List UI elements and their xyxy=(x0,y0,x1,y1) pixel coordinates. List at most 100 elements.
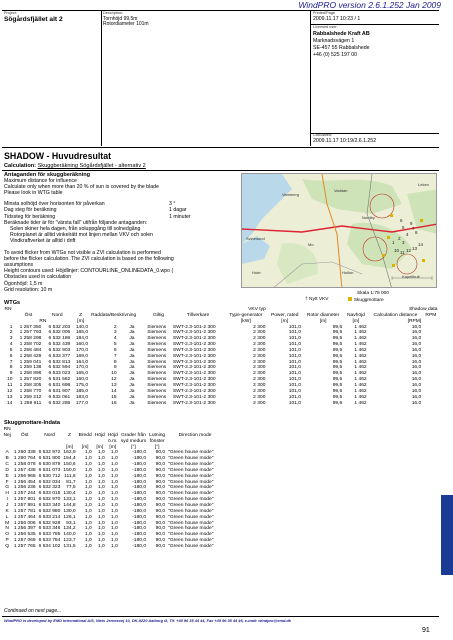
licensed-cell: Licensed user: Rabbalshede Kraft AB Mark… xyxy=(313,25,438,59)
calculated-value: 2009.11.17 10:19/2.6.1.252 xyxy=(313,137,377,144)
table-cell: 126,1 xyxy=(63,514,76,520)
table-cell: 99,5 xyxy=(332,400,343,406)
table-cell: "Green house mode" xyxy=(168,543,214,549)
printed-cell: Printed/Page 2009.11.17 10:23 / 1 xyxy=(313,11,438,22)
map-graphic: 1 2 3 4 5 6 7 8 9 10 11 12 13 14 Vammerg… xyxy=(242,174,436,287)
column-header: ö.m. xyxy=(108,438,118,444)
table-cell: 6 533 214 xyxy=(38,514,61,520)
page-title: SHADOW - Huvudresultat xyxy=(4,151,112,161)
licensed-line: +46 (0) 525 197 00 xyxy=(313,52,357,59)
table-cell: "Green house mode" xyxy=(168,467,214,473)
column-header: Type-generator xyxy=(229,312,263,318)
table-cell: "Green house mode" xyxy=(168,508,214,514)
table-cell: 1 259 611 xyxy=(19,400,42,406)
table-cell: 1,0 xyxy=(84,543,92,549)
table-cell: 6 534 102 xyxy=(38,543,61,549)
project-cell: Project: Sögårdsfjället alt 2 xyxy=(4,11,100,22)
column-header: Höjd xyxy=(94,432,105,438)
table-cell: 16,0 xyxy=(411,400,422,406)
column-header: Power, rated xyxy=(270,312,299,318)
column-header: Nej xyxy=(3,432,11,438)
table-cell: Q xyxy=(5,543,10,549)
table-cell: 1 257 891 xyxy=(13,502,36,508)
project-name: Sögårdsfjället alt 2 xyxy=(4,15,63,23)
footer-text: WindPRO is developed by EMD Internationa… xyxy=(4,618,291,623)
table-cell: 6 532 286 xyxy=(48,400,71,406)
calculated-cell: Calculated: 2009.11.17 10:19/2.6.1.252 xyxy=(313,133,438,144)
table-cell: Siemens xyxy=(147,400,167,406)
receptor-table: RN Nej Öst Nord Z Bredd Höjd Höjd Grader… xyxy=(2,427,215,550)
table-cell: 144,8 xyxy=(63,502,76,508)
divider xyxy=(101,11,102,146)
table-cell: Ja xyxy=(129,400,135,406)
legend-wtg-label: Nytt VKV xyxy=(309,297,329,302)
page-edge-sidebar xyxy=(441,0,453,640)
site-map: 1 2 3 4 5 6 7 8 9 10 11 12 13 14 Vammerg… xyxy=(241,173,437,288)
table-cell: 1 257 464 xyxy=(13,514,36,520)
column-header: fönster xyxy=(149,438,165,444)
turbine-label: 13 xyxy=(412,246,418,251)
licensed-line: Marknadsvägen 1 xyxy=(313,37,355,44)
table-cell: "Green house mode" xyxy=(168,538,214,544)
table-cell: 1 257 765 xyxy=(13,543,36,549)
table-cell: 123,7 xyxy=(63,538,76,544)
continued-note: Continued on next page... xyxy=(4,608,62,614)
description-cell: Description: Tornhöjd 99,5m Rotordiamete… xyxy=(103,11,303,28)
table-cell: 150,0 xyxy=(63,467,76,473)
description-line: Rotordiameter 101m xyxy=(103,21,149,28)
map-place-label: Nordby xyxy=(362,215,375,220)
map-legend: Skala 1:75 000 † Nytt VKV Skuggmottare xyxy=(305,291,389,304)
legend-receptor-label: Skuggmottare xyxy=(353,298,384,303)
table-cell: "Green house mode" xyxy=(168,502,214,508)
table-cell: 1 256 968 xyxy=(13,473,36,479)
app-title: WindPRO version 2.6.1.252 Jan 2009 xyxy=(298,0,441,10)
table-cell: 130,0 xyxy=(63,508,76,514)
assumptions-section: Antaganden för skuggberäkning Maximum di… xyxy=(4,172,239,293)
map-place-label: Hollun xyxy=(342,270,353,275)
wtg-table: RN VKV typ Shadow data Öst Nord Z Raddat… xyxy=(2,307,439,406)
map-place-label: Mo xyxy=(308,242,314,247)
table-cell: 14 xyxy=(7,400,13,406)
map-place-label: Hutrr xyxy=(252,270,262,275)
table-row: 14 1 259 611 6 532 286 177,0 16 Ja Siemens SWT-… xyxy=(2,401,439,407)
map-place-label: Svinesund xyxy=(246,236,265,241)
divider xyxy=(310,11,311,146)
table-cell: -180,0 xyxy=(132,543,147,549)
table-cell: 1 462 xyxy=(354,400,367,406)
calculation-line: Calculation: Skuggberäkning Sögårdsfjäll… xyxy=(4,163,146,169)
divider xyxy=(2,616,439,617)
map-place-label: Kapellhult xyxy=(402,274,420,279)
calculation-value: Skuggberäkning Sögårdsfjället - alternat… xyxy=(37,163,146,169)
table-cell: 177,0 xyxy=(75,400,89,406)
param-value: 1 minuter xyxy=(169,213,191,220)
licensed-line: SE-457 55 Rabbalshede xyxy=(313,45,370,51)
calculation-label: Calculation: xyxy=(4,163,37,169)
page-number: 91 xyxy=(422,627,430,634)
map-place-label: Vammerg xyxy=(282,192,299,197)
table-cell: 6 531 073 xyxy=(38,467,61,473)
legend-receptor: Skuggmottare xyxy=(348,297,384,304)
table-cell: 1 257 069 xyxy=(13,538,36,544)
table-cell: 1,0 xyxy=(111,543,118,549)
column-header: syd medurs xyxy=(120,438,147,444)
map-place-label: Vaddan xyxy=(334,188,348,193)
table-cell: 16 xyxy=(111,400,117,406)
table-cell: 6 533 784 xyxy=(38,538,61,544)
table-cell: 111,8 xyxy=(64,473,76,479)
table-cell: 2 300 xyxy=(253,400,266,406)
turbine-label: 10 xyxy=(394,248,400,253)
turbine-label: 14 xyxy=(418,242,424,247)
divider xyxy=(2,147,439,148)
table-cell: 6 533 340 xyxy=(38,502,61,508)
table-row: Q1 257 765 6 534 102 131,5 1,0 1,0 1,0 -180,0 9… xyxy=(2,544,215,550)
table-cell: 101,0 xyxy=(288,400,301,406)
printed-value: 2009.11.17 10:23 / 1 xyxy=(313,15,361,22)
wind-turbine-icon: † xyxy=(305,297,308,302)
divider xyxy=(2,170,439,171)
app-title-bar: WindPRO version 2.6.1.252 Jan 2009 xyxy=(0,0,453,10)
assumption-line: Grid resolution: 10 m xyxy=(4,286,53,293)
table-cell: "Green house mode" xyxy=(168,473,214,479)
table-cell: "Green house mode" xyxy=(168,514,214,520)
receptors-title: Skuggmottare-Indata xyxy=(4,420,60,426)
licensed-line: Rabbalshede Kraft AB xyxy=(313,30,370,37)
